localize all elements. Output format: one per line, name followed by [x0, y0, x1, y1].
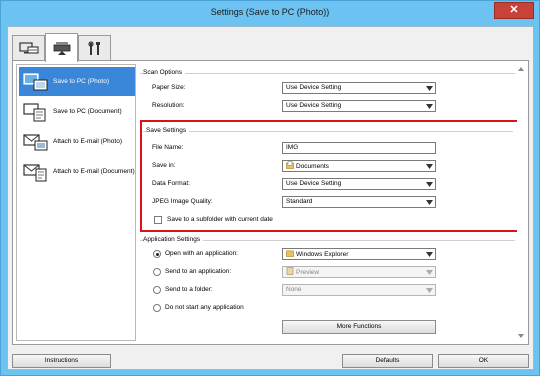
save-in-label: Save in: — [152, 162, 176, 169]
resolution-select[interactable]: Use Device Setting — [282, 100, 436, 112]
open-app-select[interactable]: Windows Explorer — [282, 248, 436, 260]
data-format-label: Data Format: — [152, 180, 190, 187]
settings-content: Scan Options Paper Size: Use Device Sett… — [140, 64, 525, 341]
email-document-icon — [22, 161, 50, 183]
general-settings-icon — [87, 40, 100, 55]
send-app-value: Preview — [296, 269, 320, 276]
jpeg-quality-value: Standard — [286, 198, 313, 205]
tab-general-settings[interactable] — [78, 35, 111, 61]
sidebar-item-save-to-pc-photo[interactable]: Save to PC (Photo) — [19, 67, 135, 96]
send-folder-radio[interactable] — [153, 286, 161, 294]
chevron-down-icon — [424, 162, 434, 170]
send-app-select[interactable]: Preview — [282, 266, 436, 278]
sidebar-item-save-to-pc-document[interactable]: Save to PC (Document) — [19, 97, 135, 126]
sidebar-item-attach-email-document[interactable]: Attach to E-mail (Document) — [19, 157, 135, 186]
file-name-label: File Name: — [152, 144, 184, 151]
paper-size-value: Use Device Setting — [286, 84, 342, 91]
jpeg-quality-select[interactable]: Standard — [282, 196, 436, 208]
send-folder-value: None — [286, 286, 302, 293]
scan-options-title: Scan Options — [143, 69, 186, 76]
save-in-value: Documents — [296, 163, 329, 170]
subfolder-checkbox[interactable] — [154, 216, 162, 224]
sidebar-item-label: Attach to E-mail (Document) — [53, 167, 135, 175]
more-functions-button[interactable]: More Functions — [282, 320, 436, 334]
documents-folder-icon — [286, 161, 294, 169]
close-button[interactable]: ✕ — [494, 2, 534, 19]
sidebar-item-label: Save to PC (Photo) — [53, 77, 109, 85]
scan-options-divider — [140, 73, 515, 74]
chevron-down-icon — [424, 84, 434, 92]
chevron-down-icon — [424, 180, 434, 188]
subfolder-label: Save to a subfolder with current date — [167, 216, 273, 223]
send-app-label: Send to an application: — [165, 268, 232, 275]
no-app-radio[interactable] — [153, 304, 161, 312]
settings-pane: Save to PC (Photo) Save to PC (Document) — [12, 60, 529, 345]
send-folder-label: Send to a folder: — [165, 286, 213, 293]
function-list: Save to PC (Photo) Save to PC (Document) — [16, 64, 136, 341]
application-settings-title: Application Settings — [143, 236, 204, 243]
save-photo-icon — [22, 71, 50, 93]
tab-scan-from-panel[interactable] — [45, 33, 78, 62]
settings-window: Settings (Save to PC (Photo)) ✕ Save to … — [0, 0, 540, 376]
open-app-label: Open with an application: — [165, 250, 238, 257]
send-folder-select[interactable]: None — [282, 284, 436, 296]
scroll-down-icon[interactable] — [517, 332, 525, 340]
tab-scan-from-computer[interactable] — [12, 35, 45, 61]
open-app-value: Windows Explorer — [296, 251, 349, 258]
file-name-input[interactable]: IMG — [282, 142, 436, 154]
jpeg-quality-label: JPEG Image Quality: — [152, 198, 213, 205]
defaults-button[interactable]: Defaults — [342, 354, 433, 368]
paper-size-label: Paper Size: — [152, 84, 186, 91]
save-in-select[interactable]: Documents — [282, 160, 436, 172]
chevron-down-icon — [424, 102, 434, 110]
content-scrollbar[interactable] — [517, 64, 525, 341]
dialog-client-area: Save to PC (Photo) Save to PC (Document) — [7, 26, 534, 370]
resolution-value: Use Device Setting — [286, 102, 342, 109]
save-document-icon — [22, 101, 50, 123]
save-settings-title: Save Settings — [146, 127, 190, 134]
data-format-select[interactable]: Use Device Setting — [282, 178, 436, 190]
email-photo-icon — [22, 131, 50, 153]
windows-explorer-icon — [286, 249, 294, 257]
chevron-down-icon — [424, 286, 434, 294]
preview-icon — [286, 267, 294, 275]
save-settings-divider — [143, 131, 513, 132]
paper-size-select[interactable]: Use Device Setting — [282, 82, 436, 94]
no-app-label: Do not start any application — [165, 304, 244, 311]
chevron-down-icon — [424, 250, 434, 258]
scan-from-panel-icon — [53, 42, 70, 55]
chevron-down-icon — [424, 268, 434, 276]
sidebar-item-attach-email-photo[interactable]: Attach to E-mail (Photo) — [19, 127, 135, 156]
send-app-radio[interactable] — [153, 268, 161, 276]
sidebar-item-label: Attach to E-mail (Photo) — [53, 137, 122, 145]
resolution-label: Resolution: — [152, 102, 185, 109]
ok-button[interactable]: OK — [438, 354, 529, 368]
scan-from-computer-icon — [18, 41, 39, 54]
sidebar-item-label: Save to PC (Document) — [53, 107, 122, 115]
data-format-value: Use Device Setting — [286, 180, 342, 187]
window-title: Settings (Save to PC (Photo)) — [210, 7, 330, 17]
instructions-button[interactable]: Instructions — [12, 354, 111, 368]
scroll-up-icon[interactable] — [517, 65, 525, 73]
chevron-down-icon — [424, 198, 434, 206]
open-app-radio[interactable] — [153, 250, 161, 258]
